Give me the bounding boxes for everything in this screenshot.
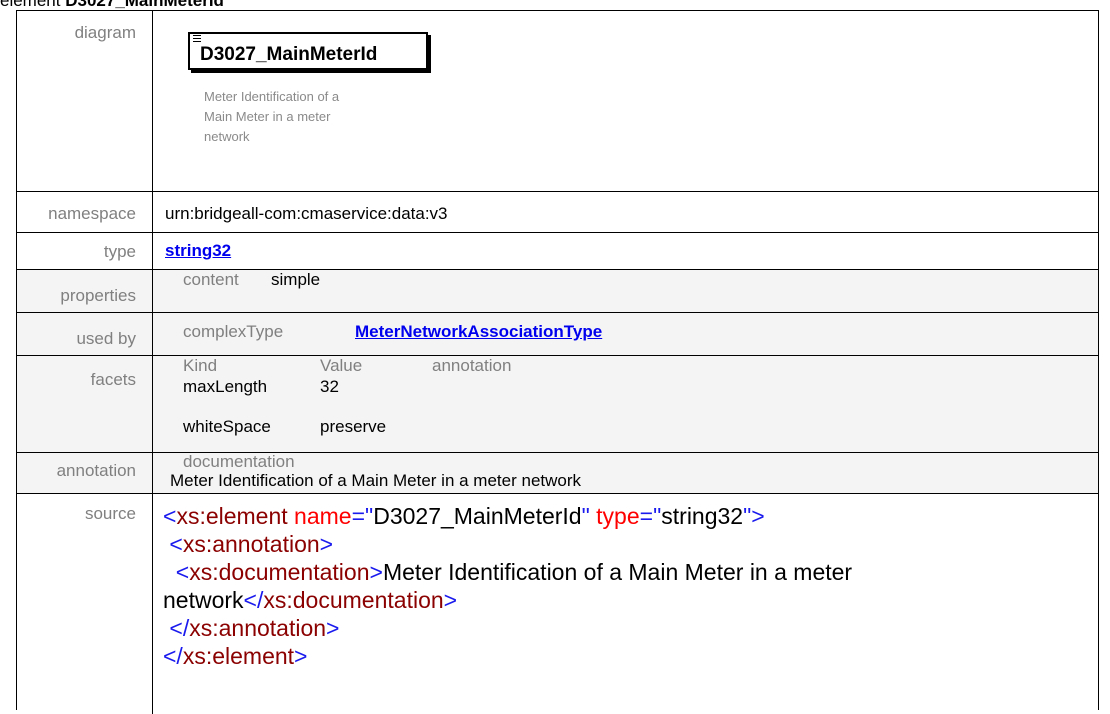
row-label: annotation (17, 453, 153, 493)
facets-col-kind: Kind (183, 356, 218, 375)
row-properties: properties content simple (17, 270, 1098, 313)
type-link[interactable]: string32 (165, 241, 231, 261)
properties-key: content (183, 270, 239, 289)
facets-cell: Kind Value annotation maxLength 32 white… (154, 356, 1098, 452)
diagram-box-title: D3027_MainMeterId (200, 44, 378, 65)
row-used-by: used by complexType MeterNetworkAssociat… (17, 313, 1098, 356)
heading-prefix: element (0, 0, 61, 10)
annotation-key: documentation (183, 452, 295, 471)
row-diagram: diagram D3027_MainMeterId Meter Identifi… (17, 11, 1098, 192)
facets-col-annotation: annotation (432, 356, 512, 375)
facets-col-value: Value (320, 356, 363, 375)
annotation-cell: documentation Meter Identification of a … (154, 452, 1098, 493)
facet-kind: maxLength (183, 377, 268, 396)
row-namespace: namespace urn:bridgeall-com:cmaservice:d… (17, 192, 1098, 233)
row-type: type string32 (17, 233, 1098, 270)
row-label: source (17, 494, 153, 714)
row-label: namespace (17, 192, 153, 232)
xml-source-code: <xs:element name="D3027_MainMeterId" typ… (163, 503, 853, 669)
element-heading: element D3027_MainMeterId (0, 0, 224, 10)
facet-value: 32 (320, 377, 339, 396)
facet-value: preserve (320, 417, 387, 436)
heading-element-name: D3027_MainMeterId (65, 0, 224, 10)
row-label: diagram (17, 11, 153, 191)
used-by-cell: complexType MeterNetworkAssociationType (154, 313, 1098, 355)
type-cell: string32 (154, 233, 1098, 269)
namespace-value: urn:bridgeall-com:cmaservice:data:v3 (165, 204, 448, 223)
row-annotation: annotation documentation Meter Identific… (17, 452, 1098, 494)
element-doc-table: diagram D3027_MainMeterId Meter Identifi… (16, 10, 1099, 714)
element-content-icon (193, 35, 201, 43)
diagram-cell: D3027_MainMeterId Meter Identification o… (154, 11, 1098, 191)
properties-value: simple (271, 270, 321, 289)
row-source: source <xs:element name="D3027_MainMeter… (17, 494, 1098, 714)
annotation-documentation: Meter Identification of a Main Meter in … (170, 471, 582, 490)
diagram-documentation: Meter Identification of a Main Meter in … (204, 89, 340, 144)
used-by-key: complexType (183, 322, 284, 341)
row-label: used by (17, 313, 153, 355)
properties-cell: content simple (154, 270, 1098, 312)
facet-kind: whiteSpace (183, 417, 271, 436)
row-label: facets (17, 356, 153, 452)
row-label: properties (17, 270, 153, 312)
element-diagram-box[interactable]: D3027_MainMeterId (188, 32, 428, 70)
row-facets: facets Kind Value annotation maxLength 3… (17, 356, 1098, 453)
used-by-link[interactable]: MeterNetworkAssociationType (355, 322, 602, 342)
namespace-cell: urn:bridgeall-com:cmaservice:data:v3 (154, 192, 1098, 232)
row-label: type (17, 233, 153, 269)
source-cell: <xs:element name="D3027_MainMeterId" typ… (154, 494, 1098, 714)
